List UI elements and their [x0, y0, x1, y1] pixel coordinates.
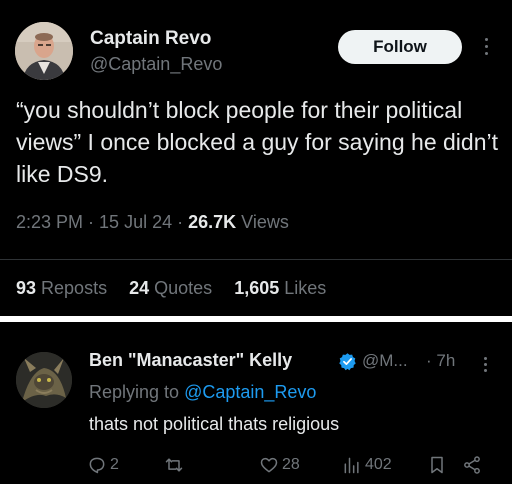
views-icon [344, 457, 359, 474]
reply-icon [89, 457, 105, 474]
likes-count: 1,605 [234, 278, 280, 298]
reply-button[interactable]: 2 [87, 455, 119, 475]
quotes-label: Quotes [154, 278, 213, 298]
author-name[interactable]: Captain Revo [90, 28, 211, 50]
replying-to: Replying to @Captain_Revo [89, 382, 316, 403]
replying-prefix: Replying to [89, 382, 185, 402]
replying-to-link[interactable]: @Captain_Revo [184, 382, 316, 402]
like-button[interactable]: 28 [259, 455, 300, 475]
tweet-text: “you shouldn’t block people for their po… [16, 97, 498, 187]
views-count: 402 [365, 456, 392, 473]
reply-time[interactable]: · 7h [426, 351, 455, 371]
verified-icon [339, 353, 356, 371]
bookmark-button[interactable] [427, 455, 447, 475]
avatar-image [15, 22, 73, 80]
bookmark-icon [431, 456, 443, 474]
meta-separator: · [172, 212, 189, 232]
repost-button[interactable] [164, 455, 184, 475]
views-button[interactable]: 402 [342, 455, 392, 475]
main-tweet: Captain Revo @Captain_Revo Follow “you s… [0, 0, 512, 316]
reply-text: thats not political thats religious [89, 414, 340, 434]
divider [0, 259, 512, 260]
more-icon[interactable] [476, 38, 496, 55]
reposts-stat[interactable]: 93 Reposts [16, 278, 107, 298]
reply-author-name[interactable]: Ben "Manacaster" Kelly [89, 350, 292, 371]
share-icon [464, 456, 480, 474]
reply-author-handle[interactable]: @M... [362, 351, 408, 371]
tweet-date[interactable]: 15 Jul 24 [99, 212, 172, 232]
meta-separator: · [83, 212, 100, 232]
reposts-label: Reposts [41, 278, 108, 298]
views-label: Views [241, 212, 289, 232]
more-icon[interactable] [475, 357, 495, 372]
tweet-time[interactable]: 2:23 PM [16, 212, 83, 232]
repost-icon [165, 458, 183, 472]
tweet-meta: 2:23 PM · 15 Jul 24 · 26.7K Views [16, 212, 289, 233]
tweet-stats: 93 Reposts 24 Quotes 1,605 Likes [16, 278, 343, 299]
reposts-count: 93 [16, 278, 37, 298]
quotes-count: 24 [129, 278, 150, 298]
avatar[interactable] [16, 352, 72, 408]
like-count: 28 [282, 456, 300, 473]
avatar[interactable] [15, 22, 73, 80]
quotes-stat[interactable]: 24 Quotes [129, 278, 212, 298]
likes-stat[interactable]: 1,605 Likes [234, 278, 326, 298]
follow-button[interactable]: Follow [338, 30, 462, 64]
likes-label: Likes [284, 278, 327, 298]
share-button[interactable] [462, 455, 482, 475]
author-handle[interactable]: @Captain_Revo [90, 54, 222, 75]
reply-tweet[interactable]: Ben "Manacaster" Kelly @M... · 7h Replyi… [0, 322, 512, 484]
avatar-image [16, 352, 72, 408]
views-count: 26.7K [188, 212, 237, 232]
reply-count: 2 [110, 456, 119, 473]
like-icon [260, 457, 278, 473]
